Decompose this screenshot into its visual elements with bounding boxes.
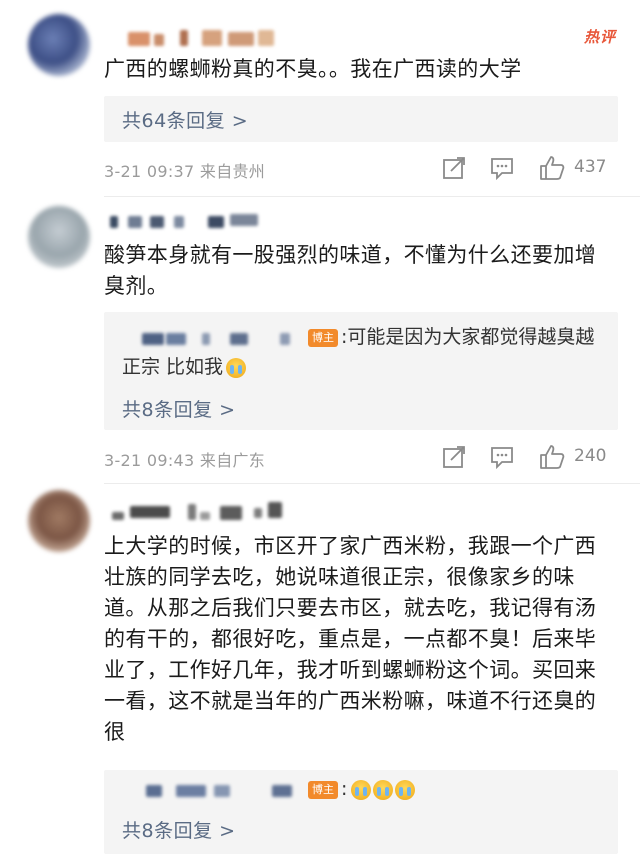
- comment-item: 酸笋本身就有一股强烈的味道，不懂为什么还要加增臭剂。 博主:可能是因为大家都觉得…: [0, 200, 640, 485]
- divider: [104, 483, 640, 484]
- username-blurred[interactable]: [118, 26, 298, 48]
- comment-text: 酸笋本身就有一股强烈的味道，不懂为什么还要加增臭剂。: [104, 243, 597, 298]
- avatar[interactable]: [28, 490, 90, 552]
- reply-quote: 博主:可能是因为大家都觉得越臭越正宗 比如我: [122, 322, 612, 382]
- like-count: 437: [574, 157, 607, 177]
- comment-item: 热评 广西的螺蛳粉真的不臭。。我在广西读的大学 共64条回复 > 3-21 09…: [0, 0, 640, 200]
- comment-actions: 240: [440, 443, 620, 471]
- comment-meta: 3-21 09:37 来自贵州: [104, 162, 266, 181]
- crying-face-emoji: [373, 779, 394, 800]
- replier-name-blurred[interactable]: [122, 329, 304, 347]
- thumbs-up-icon[interactable]: [538, 154, 566, 182]
- like-count: 240: [574, 446, 607, 466]
- reply-box[interactable]: 共64条回复 >: [104, 96, 618, 142]
- author-badge: 博主: [308, 328, 338, 347]
- reply-count-link[interactable]: 共64条回复 >: [122, 106, 248, 133]
- reply-quote: 博主:: [122, 774, 612, 804]
- comment-meta: 3-21 09:43 来自广东: [104, 451, 266, 470]
- avatar[interactable]: [28, 206, 90, 268]
- reply-count-link[interactable]: 共8条回复 >: [122, 395, 236, 422]
- crying-face-emoji: [226, 357, 247, 378]
- comment-text: 上大学的时候，市区开了家广西米粉，我跟一个广西壮族的同学去吃，她说味道很正宗，很…: [104, 534, 597, 744]
- thumbs-up-icon[interactable]: [538, 443, 566, 471]
- avatar[interactable]: [28, 14, 90, 76]
- comment-actions: 437: [440, 154, 620, 182]
- author-badge: 博主: [308, 780, 338, 799]
- reply-colon: :: [341, 778, 348, 800]
- comment-text: 广西的螺蛳粉真的不臭。。我在广西读的大学: [104, 57, 522, 81]
- share-icon[interactable]: [440, 154, 468, 182]
- share-icon[interactable]: [440, 443, 468, 471]
- username-blurred[interactable]: [110, 210, 278, 232]
- reply-box: 博主: 共8条回复 >: [104, 770, 618, 854]
- hot-comment-badge: 热评: [583, 28, 616, 46]
- comment-item: 上大学的时候，市区开了家广西米粉，我跟一个广西壮族的同学去吃，她说味道很正宗，很…: [0, 486, 640, 863]
- replier-name-blurred[interactable]: [122, 781, 304, 799]
- divider: [104, 196, 640, 197]
- username-blurred[interactable]: [112, 498, 298, 520]
- crying-face-emoji: [351, 779, 372, 800]
- comment-icon[interactable]: [488, 154, 516, 182]
- comment-icon[interactable]: [488, 443, 516, 471]
- reply-count-link[interactable]: 共8条回复 >: [122, 816, 236, 843]
- reply-box: 博主:可能是因为大家都觉得越臭越正宗 比如我 共8条回复 >: [104, 312, 618, 430]
- crying-face-emoji: [395, 779, 416, 800]
